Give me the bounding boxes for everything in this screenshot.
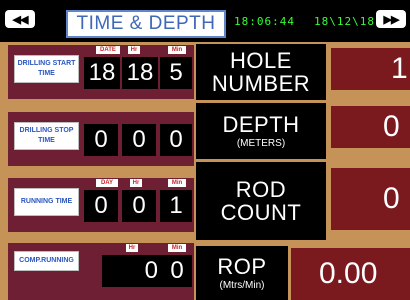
comp-running-fields: Hr Min 0 0 (102, 244, 192, 294)
running-hour-value[interactable]: 0 (122, 190, 156, 222)
rop-unit: (Mtrs/Min) (219, 280, 265, 292)
minute-header: Min (168, 179, 186, 187)
drilling-stop-panel: DRILLING STOP TIME 0 0 0 (8, 112, 194, 166)
hole-number-title: HOLE NUMBER (196, 44, 326, 100)
rop-label: ROP (217, 253, 267, 279)
comp-minute-value[interactable]: 0 (162, 255, 192, 287)
drilling-start-panel: DRILLING START TIME DATE Hr Min 18 18 5 (8, 45, 194, 99)
start-date-value[interactable]: 18 (84, 57, 120, 89)
day-header: DAY (96, 179, 118, 187)
start-hour-value[interactable]: 18 (122, 57, 158, 89)
hour-header: Hr (130, 179, 142, 187)
stop-hour-value[interactable]: 0 (122, 124, 156, 156)
rewind-icon: ◀◀ (12, 13, 29, 26)
drilling-stop-label: DRILLING STOP TIME (14, 122, 79, 150)
top-bar: ◀◀ TIME & DEPTH 18:06:44 18\12\18 ▶▶ (0, 0, 410, 42)
drilling-start-fields: DATE Hr Min 18 18 5 (84, 46, 192, 96)
rod-count-label: ROD COUNT (220, 176, 302, 225)
rop-value[interactable]: 0.00 (291, 248, 410, 300)
running-time-fields: DAY Hr Min 0 0 1 (84, 179, 192, 229)
depth-label: DEPTH (222, 111, 300, 137)
fast-forward-icon: ▶▶ (383, 13, 400, 26)
stop-minute-value[interactable]: 0 (160, 124, 192, 156)
running-time-panel: RUNNING TIME DAY Hr Min 0 0 1 (8, 178, 194, 232)
depth-title: DEPTH (METERS) (196, 103, 326, 159)
running-time-label: RUNNING TIME (14, 188, 79, 216)
rop-title: ROP (Mtrs/Min) (196, 246, 288, 300)
stop-date-value[interactable]: 0 (84, 124, 118, 156)
minute-header: Min (168, 46, 186, 54)
drilling-stop-fields: 0 0 0 (84, 113, 192, 163)
start-minute-value[interactable]: 5 (160, 57, 192, 89)
comp-running-panel: COMP.RUNNING Hr Min 0 0 (8, 243, 194, 300)
date-header: DATE (96, 46, 120, 54)
hole-number-label: HOLE NUMBER (211, 47, 311, 96)
depth-value[interactable]: 0 (331, 106, 410, 148)
comp-running-label: COMP.RUNNING (14, 251, 79, 271)
drilling-start-label: DRILLING START TIME (14, 55, 79, 83)
clock-date: 18\12\18 (314, 15, 375, 28)
comp-hour-value[interactable]: 0 (102, 255, 164, 287)
page-title: TIME & DEPTH (66, 10, 226, 38)
minute-header: Min (168, 244, 186, 252)
next-button[interactable]: ▶▶ (376, 10, 406, 28)
prev-button[interactable]: ◀◀ (5, 10, 35, 28)
rod-count-value[interactable]: 0 (331, 168, 410, 230)
running-day-value[interactable]: 0 (84, 190, 118, 222)
rod-count-title: ROD COUNT (196, 162, 326, 240)
hour-header: Hr (126, 244, 138, 252)
hole-number-value[interactable]: 1 (331, 48, 410, 90)
clock-time: 18:06:44 (234, 15, 295, 28)
depth-unit: (METERS) (236, 138, 286, 150)
hour-header: Hr (128, 46, 140, 54)
running-minute-value[interactable]: 1 (160, 190, 192, 222)
